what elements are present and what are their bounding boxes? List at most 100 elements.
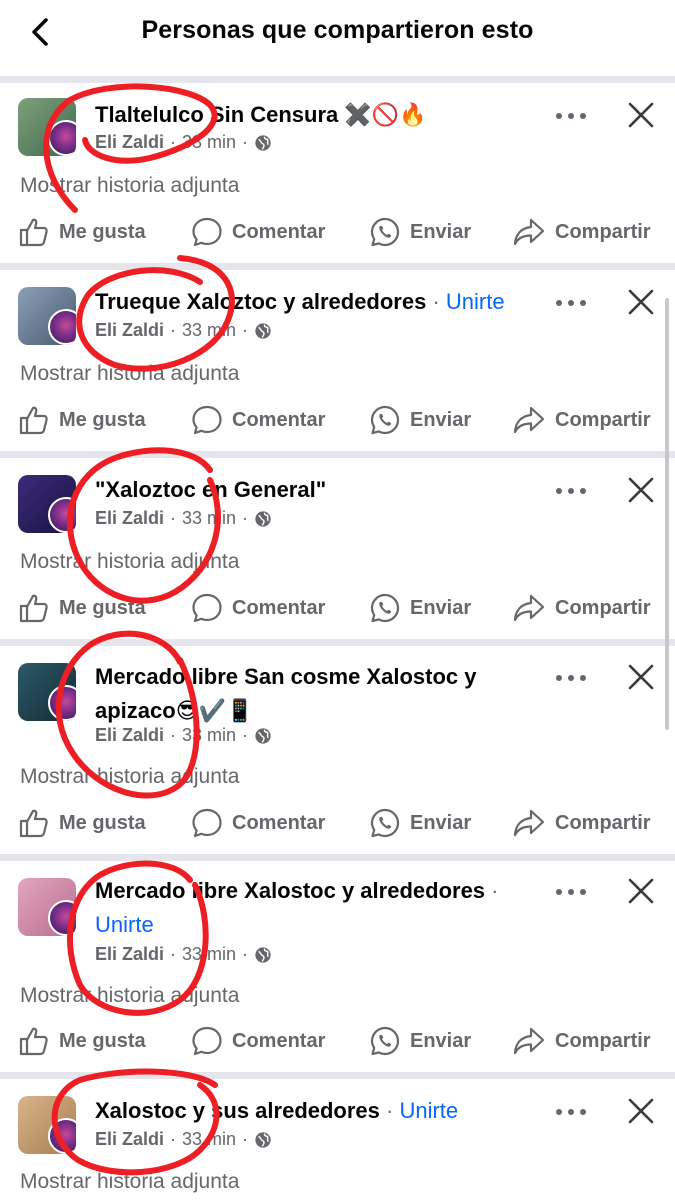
group-avatar[interactable] bbox=[18, 475, 76, 533]
comment-button[interactable]: Comentar bbox=[191, 400, 325, 440]
author-name[interactable]: Eli Zaldi bbox=[95, 725, 164, 746]
group-name[interactable]: Mercado libre Xalostoc y alrededores · U… bbox=[95, 874, 545, 942]
more-options-button[interactable] bbox=[556, 293, 586, 313]
group-avatar[interactable] bbox=[18, 878, 76, 936]
more-options-button[interactable] bbox=[556, 106, 586, 126]
card-separator bbox=[0, 854, 675, 861]
like-button-label: Me gusta bbox=[59, 220, 146, 243]
send-button[interactable]: Enviar bbox=[369, 212, 471, 252]
send-button[interactable]: Enviar bbox=[369, 588, 471, 628]
like-button[interactable]: Me gusta bbox=[18, 1021, 146, 1061]
like-button[interactable]: Me gusta bbox=[18, 212, 146, 252]
page-title: Personas que compartieron esto bbox=[141, 16, 534, 44]
user-avatar bbox=[48, 497, 76, 533]
send-button-label: Enviar bbox=[410, 596, 472, 619]
more-dots-icon bbox=[580, 488, 586, 494]
show-attached-story[interactable]: Mostrar historia adjunta bbox=[20, 362, 239, 386]
send-button[interactable]: Enviar bbox=[369, 1021, 471, 1061]
show-attached-story[interactable]: Mostrar historia adjunta bbox=[20, 984, 239, 1008]
comment-bubble-icon bbox=[192, 593, 222, 623]
card-separator bbox=[0, 639, 675, 646]
show-attached-story[interactable]: Mostrar historia adjunta bbox=[20, 1170, 239, 1194]
share-arrow-icon bbox=[513, 1027, 545, 1055]
more-options-button[interactable] bbox=[556, 1102, 586, 1122]
author-name[interactable]: Eli Zaldi bbox=[95, 320, 164, 341]
send-button-icon-wrap bbox=[369, 807, 401, 839]
show-attached-story[interactable]: Mostrar historia adjunta bbox=[20, 765, 239, 789]
meta-dot: · bbox=[170, 320, 177, 340]
share-button[interactable]: Compartir bbox=[512, 803, 651, 843]
comment-button[interactable]: Comentar bbox=[191, 803, 325, 843]
comment-button-icon-wrap bbox=[191, 216, 223, 248]
join-link[interactable]: Unirte bbox=[95, 912, 154, 937]
join-link[interactable]: Unirte bbox=[446, 289, 505, 314]
send-button[interactable]: Enviar bbox=[369, 400, 471, 440]
comment-button[interactable]: Comentar bbox=[191, 1021, 325, 1061]
share-button[interactable]: Compartir bbox=[512, 212, 651, 252]
show-attached-story[interactable]: Mostrar historia adjunta bbox=[20, 550, 239, 574]
card-separator bbox=[0, 76, 675, 83]
share-time[interactable]: 33 min bbox=[182, 320, 236, 341]
comment-button[interactable]: Comentar bbox=[191, 588, 325, 628]
thumbs-up-icon bbox=[19, 218, 48, 247]
share-button[interactable]: Compartir bbox=[512, 588, 651, 628]
scrollbar[interactable] bbox=[665, 298, 669, 730]
share-button[interactable]: Compartir bbox=[512, 400, 651, 440]
user-avatar bbox=[48, 309, 76, 345]
hide-button[interactable] bbox=[624, 660, 658, 694]
group-avatar[interactable] bbox=[18, 663, 76, 721]
group-name-text: Xalostoc y sus alrededores bbox=[95, 1098, 380, 1123]
share-time[interactable]: 33 min bbox=[182, 508, 236, 529]
group-name[interactable]: "Xaloztoc en General" bbox=[95, 473, 545, 507]
show-attached-story[interactable]: Mostrar historia adjunta bbox=[20, 174, 239, 198]
author-name[interactable]: Eli Zaldi bbox=[95, 508, 164, 529]
share-time[interactable]: 33 min bbox=[182, 944, 236, 965]
share-time[interactable]: 33 min bbox=[182, 725, 236, 746]
share-button[interactable]: Compartir bbox=[512, 1021, 651, 1061]
share-meta: Eli Zaldi · 33 min · bbox=[95, 1129, 272, 1150]
meta-dot: · bbox=[170, 725, 177, 745]
group-avatar[interactable] bbox=[18, 1096, 76, 1154]
hide-button[interactable] bbox=[624, 473, 658, 507]
card-separator bbox=[0, 451, 675, 458]
like-button[interactable]: Me gusta bbox=[18, 803, 146, 843]
send-button[interactable]: Enviar bbox=[369, 803, 471, 843]
like-button[interactable]: Me gusta bbox=[18, 400, 146, 440]
share-time[interactable]: 33 min bbox=[182, 132, 236, 153]
group-name-text: Tlaltelulco Sin Censura ✖️🚫🔥 bbox=[95, 102, 427, 127]
group-name[interactable]: Tlaltelulco Sin Censura ✖️🚫🔥 bbox=[95, 98, 545, 132]
share-button-label: Compartir bbox=[555, 408, 651, 431]
group-name[interactable]: Trueque Xaloztoc y alrededores · Unirte bbox=[95, 285, 545, 319]
like-button[interactable]: Me gusta bbox=[18, 588, 146, 628]
author-name[interactable]: Eli Zaldi bbox=[95, 944, 164, 965]
globe-icon bbox=[255, 946, 271, 963]
meta-dot: · bbox=[242, 725, 249, 745]
comment-button-label: Comentar bbox=[232, 1029, 326, 1052]
more-options-button[interactable] bbox=[556, 668, 586, 688]
group-name[interactable]: Mercado libre San cosme Xalostoc y apiza… bbox=[95, 660, 545, 728]
share-button-label: Compartir bbox=[555, 1029, 651, 1052]
share-time[interactable]: 33 min bbox=[182, 1129, 236, 1150]
hide-button[interactable] bbox=[624, 1094, 658, 1128]
hide-button[interactable] bbox=[624, 98, 658, 132]
group-name[interactable]: Xalostoc y sus alrededores · Unirte bbox=[95, 1094, 545, 1128]
comment-button-icon-wrap bbox=[191, 1025, 223, 1057]
more-options-button[interactable] bbox=[556, 882, 586, 902]
meta-dot: · bbox=[242, 508, 249, 528]
join-link[interactable]: Unirte bbox=[399, 1098, 458, 1123]
share-meta: Eli Zaldi · 33 min · bbox=[95, 320, 272, 341]
comment-bubble-icon bbox=[192, 217, 222, 247]
hide-button[interactable] bbox=[624, 285, 658, 319]
group-avatar[interactable] bbox=[18, 287, 76, 345]
author-name[interactable]: Eli Zaldi bbox=[95, 1129, 164, 1150]
comment-button-label: Comentar bbox=[232, 596, 326, 619]
comment-button[interactable]: Comentar bbox=[191, 212, 325, 252]
card-separator bbox=[0, 1072, 675, 1079]
more-options-button[interactable] bbox=[556, 481, 586, 501]
like-button-icon-wrap bbox=[18, 216, 50, 248]
author-name[interactable]: Eli Zaldi bbox=[95, 132, 164, 153]
close-icon bbox=[628, 664, 654, 690]
hide-button[interactable] bbox=[624, 874, 658, 908]
meta-dot: · bbox=[170, 944, 177, 964]
group-avatar[interactable] bbox=[18, 98, 76, 156]
